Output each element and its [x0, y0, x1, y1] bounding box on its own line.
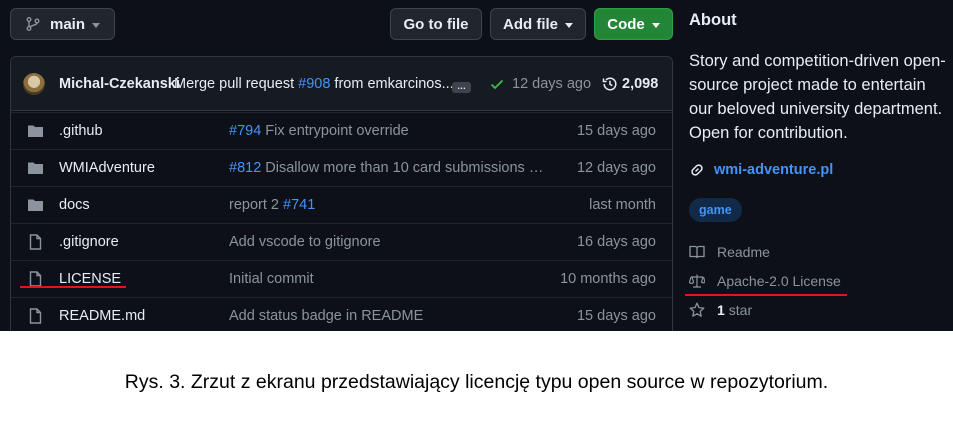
- git-branch-icon: [26, 17, 40, 31]
- branch-label: main: [50, 15, 86, 33]
- file-commit-message[interactable]: Initial commit: [229, 271, 314, 287]
- commit-author[interactable]: Michal-Czekanski: [59, 76, 180, 92]
- license-link[interactable]: Apache-2.0 License: [689, 273, 841, 289]
- file-commit-text: Fix entrypoint override: [265, 123, 409, 139]
- commit-message-suffix: from emkarcinos...: [334, 76, 454, 92]
- commit-pr-link[interactable]: #794: [229, 123, 261, 139]
- file-commit-message[interactable]: #812 Disallow more than 10 card submissi…: [229, 160, 549, 176]
- chevron-down-icon: [92, 22, 101, 28]
- add-file-button[interactable]: Add file: [490, 8, 586, 40]
- law-scale-icon: [689, 274, 705, 288]
- stars-label: star: [728, 302, 753, 318]
- figure-caption: Rys. 3. Zrzut z ekranu przedstawiający l…: [124, 371, 829, 393]
- file-commit-text: Disallow more than 10 card submissions a…: [265, 160, 549, 176]
- book-icon: [689, 245, 705, 259]
- link-icon: [691, 164, 703, 176]
- table-row: .github #794 Fix entrypoint override 15 …: [11, 112, 672, 149]
- file-name[interactable]: LICENSE: [59, 271, 121, 287]
- file-name[interactable]: .github: [59, 123, 103, 139]
- table-row: .gitignore Add vscode to gitignore 16 da…: [11, 223, 672, 260]
- file-browser: Michal-Czekanski Merge pull request #908…: [10, 56, 673, 331]
- file-commit-message[interactable]: Add status badge in README: [229, 308, 423, 324]
- readme-label: Readme: [717, 244, 770, 260]
- github-repo-screen: main Go to file Add file Code Michal-Cze…: [0, 0, 953, 331]
- check-icon[interactable]: [489, 76, 505, 92]
- commit-pr-link[interactable]: #908: [298, 76, 330, 92]
- commit-message-prefix: Merge pull request: [174, 76, 295, 92]
- website-link[interactable]: wmi-adventure.pl: [689, 162, 833, 178]
- readme-link[interactable]: Readme: [689, 244, 770, 260]
- file-name[interactable]: .gitignore: [59, 234, 119, 250]
- file-commit-message[interactable]: Add vscode to gitignore: [229, 234, 381, 250]
- chevron-down-icon: [651, 22, 660, 28]
- chevron-down-icon: [565, 22, 573, 28]
- file-commit-text: report 2: [229, 197, 279, 213]
- table-row: WMIAdventure #812 Disallow more than 10 …: [11, 149, 672, 186]
- folder-icon: [28, 199, 43, 211]
- folder-icon: [28, 125, 43, 137]
- folder-icon: [28, 162, 43, 174]
- stars-count: 1: [717, 302, 725, 318]
- license-file-underline: [20, 286, 126, 288]
- about-description: Story and competition-driven open-source…: [689, 52, 946, 142]
- file-date: last month: [589, 197, 656, 213]
- code-button[interactable]: Code: [594, 8, 673, 40]
- topic-tag[interactable]: game: [689, 198, 742, 222]
- license-label: Apache-2.0 License: [717, 273, 841, 289]
- commit-pr-link[interactable]: #812: [229, 160, 261, 176]
- branch-select-button[interactable]: main: [10, 8, 115, 40]
- table-row: README.md Add status badge in README 15 …: [11, 297, 672, 331]
- file-commit-message[interactable]: report 2 #741: [229, 197, 315, 213]
- file-commit-text: Initial commit: [229, 271, 314, 287]
- license-sidebar-underline: [685, 294, 847, 296]
- history-icon[interactable]: [602, 76, 618, 92]
- file-name[interactable]: WMIAdventure: [59, 160, 155, 176]
- file-date: 15 days ago: [576, 308, 656, 324]
- table-row: LICENSE Initial commit 10 months ago: [11, 260, 672, 297]
- file-commit-text: Add vscode to gitignore: [229, 234, 381, 250]
- commit-count[interactable]: 2,098: [622, 76, 658, 92]
- avatar[interactable]: [23, 73, 45, 95]
- table-row: docs report 2 #741 last month: [11, 186, 672, 223]
- expand-commit-button[interactable]: …: [452, 82, 471, 93]
- file-icon: [29, 271, 42, 287]
- latest-commit-bar: Michal-Czekanski Merge pull request #908…: [11, 57, 672, 111]
- go-to-file-button[interactable]: Go to file: [390, 8, 482, 40]
- website-label[interactable]: wmi-adventure.pl: [714, 162, 833, 178]
- file-name[interactable]: docs: [59, 197, 90, 213]
- file-date: 16 days ago: [576, 234, 656, 250]
- commit-message: Merge pull request #908 from emkarcinos.…: [174, 76, 454, 92]
- star-icon: [689, 302, 705, 317]
- file-date: 15 days ago: [576, 123, 656, 139]
- go-to-file-label: Go to file: [403, 15, 469, 33]
- file-icon: [29, 234, 42, 250]
- file-name[interactable]: README.md: [59, 308, 145, 324]
- file-commit-text: Add status badge in README: [229, 308, 424, 324]
- add-file-label: Add file: [503, 15, 558, 33]
- commit-time[interactable]: 12 days ago: [512, 76, 591, 92]
- code-label: Code: [607, 15, 645, 33]
- file-date: 10 months ago: [560, 271, 656, 287]
- file-date: 12 days ago: [576, 160, 656, 176]
- stars-link[interactable]: 1 star: [689, 302, 752, 318]
- file-icon: [29, 308, 42, 324]
- commit-pr-link[interactable]: #741: [283, 197, 315, 213]
- about-heading: About: [689, 11, 737, 29]
- file-commit-message[interactable]: #794 Fix entrypoint override: [229, 123, 409, 139]
